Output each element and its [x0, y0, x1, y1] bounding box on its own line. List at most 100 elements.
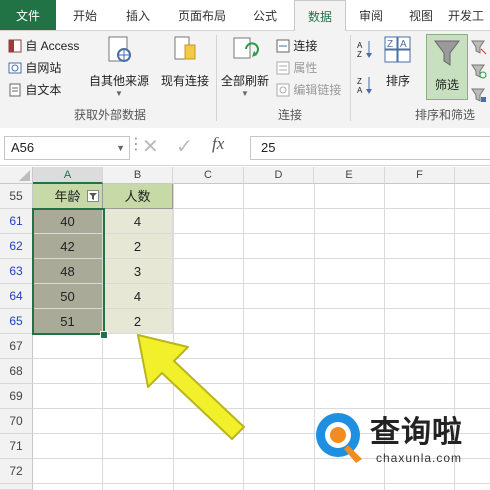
from-text-button[interactable]: 自文本	[8, 81, 61, 98]
chevron-down-icon: ▼	[241, 89, 249, 98]
svg-text:A: A	[400, 39, 407, 50]
row-header[interactable]: 72	[0, 459, 33, 484]
svg-text:A: A	[357, 41, 363, 50]
row-header[interactable]: 71	[0, 434, 33, 459]
properties-icon	[276, 61, 290, 75]
yellow-arrow-annotation	[137, 334, 245, 440]
name-box[interactable]: A56 ▼	[4, 136, 130, 160]
group-divider	[216, 35, 217, 121]
row-header[interactable]: 70	[0, 409, 33, 434]
text-file-icon	[9, 83, 21, 97]
group-divider	[350, 35, 351, 121]
chevron-down-icon: ▼	[115, 89, 123, 98]
reapply-icon	[471, 64, 487, 79]
svg-text:Z: Z	[357, 50, 362, 59]
from-text-label: 自文本	[25, 83, 62, 97]
column-header-b[interactable]: B	[103, 167, 173, 184]
from-access-label: 自 Access	[25, 39, 80, 53]
edit-links-button[interactable]: 编辑链接	[276, 81, 341, 98]
sort-button[interactable]: ZA 排序	[380, 35, 416, 89]
sort-descending-button[interactable]: ZA	[356, 75, 374, 98]
connections-button[interactable]: 连接	[276, 37, 317, 54]
formula-input[interactable]: 25	[250, 136, 490, 160]
from-web-button[interactable]: 自网站	[8, 59, 61, 76]
refresh-icon	[233, 37, 259, 59]
filter-label: 筛选	[434, 78, 459, 92]
tab-insert[interactable]: 插入	[112, 0, 164, 30]
refresh-all-label: 全部刷新	[220, 74, 269, 88]
select-all-corner[interactable]	[0, 167, 33, 184]
row-header[interactable]: 67	[0, 334, 33, 359]
svg-text:A: A	[357, 86, 363, 95]
connections-label: 连接	[293, 39, 318, 53]
reapply-filter-button[interactable]	[471, 63, 487, 82]
advanced-filter-button[interactable]	[471, 87, 487, 106]
existing-connections-label: 现有连接	[160, 74, 209, 88]
connections-icon	[276, 39, 290, 53]
watermark-name: 查询啦	[370, 415, 463, 450]
row-header[interactable]: 61	[0, 209, 33, 234]
tab-data[interactable]: 数据	[294, 0, 346, 32]
watermark-url: chaxunla.com	[376, 451, 463, 465]
column-header-f[interactable]: F	[385, 167, 455, 184]
tab-developer[interactable]: 开发工	[448, 0, 490, 30]
sort-ascending-button[interactable]: AZ	[356, 39, 374, 62]
arrow-icon	[137, 334, 245, 440]
tab-page-layout[interactable]: 页面布局	[168, 0, 236, 30]
watermark-logo: 查询啦 chaxunla.com	[312, 405, 490, 475]
advanced-filter-icon	[471, 88, 486, 102]
tab-home[interactable]: 开始	[60, 0, 110, 30]
other-sources-icon	[108, 36, 131, 62]
properties-button[interactable]: 属性	[276, 59, 317, 76]
insert-function-icon[interactable]: fx	[212, 134, 224, 154]
row-header[interactable]: 64	[0, 284, 33, 309]
select-all-triangle-icon	[19, 170, 30, 181]
get-external-data-group-label: 获取外部数据	[73, 108, 146, 122]
connections-group-label: 连接	[277, 108, 302, 122]
clear-filter-icon	[471, 40, 487, 55]
row-header[interactable]: 55	[0, 184, 33, 209]
row-header[interactable]: 65	[0, 309, 33, 334]
enter-icon[interactable]: ✓	[176, 134, 193, 159]
filter-funnel-icon	[434, 40, 460, 66]
clear-filter-button[interactable]	[471, 39, 487, 58]
web-icon	[8, 62, 22, 74]
row-header[interactable]: 73	[0, 484, 33, 490]
column-header-g[interactable]	[455, 167, 490, 184]
existing-connections-button[interactable]: 现有连接	[158, 35, 212, 89]
refresh-all-button[interactable]: 全部刷新 ▼	[220, 35, 270, 98]
row-header[interactable]: 69	[0, 384, 33, 409]
properties-label: 属性	[293, 61, 318, 75]
column-header-a[interactable]: A	[33, 167, 103, 184]
cancel-icon[interactable]: ✕	[142, 134, 159, 159]
worksheet-grid[interactable]: A B C D E F 55 年龄 人数 61 40 4 62 42 2 63 …	[0, 167, 490, 490]
tab-review[interactable]: 审阅	[348, 0, 394, 30]
column-header-d[interactable]: D	[244, 167, 314, 184]
fill-handle[interactable]	[100, 331, 108, 339]
ribbon: 自 Access 自网站 自文本 自其他来源 ▼ 现有连接 获取外部数据 全部刷…	[0, 31, 490, 129]
tab-formulas[interactable]: 公式	[240, 0, 290, 30]
from-access-button[interactable]: 自 Access	[8, 37, 79, 54]
tab-file[interactable]: 文件	[0, 0, 56, 30]
edit-links-label: 编辑链接	[293, 83, 342, 97]
name-box-value: A56	[11, 140, 35, 155]
edit-links-icon	[276, 83, 290, 97]
sort-dialog-icon: ZA	[384, 36, 411, 63]
column-header-e[interactable]: E	[314, 167, 385, 184]
other-sources-button[interactable]: 自其他来源 ▼	[88, 35, 150, 98]
from-web-label: 自网站	[25, 61, 62, 75]
other-sources-label: 自其他来源	[88, 74, 149, 88]
svg-text:Z: Z	[387, 39, 393, 50]
sort-filter-group-label: 排序和筛选	[414, 108, 475, 122]
magnifier-logo-icon	[316, 413, 362, 463]
formula-value: 25	[261, 140, 276, 155]
row-header[interactable]: 62	[0, 234, 33, 259]
tab-view[interactable]: 视图	[398, 0, 444, 30]
row-header[interactable]: 68	[0, 359, 33, 384]
row-header[interactable]: 63	[0, 259, 33, 284]
column-header-c[interactable]: C	[173, 167, 244, 184]
chevron-down-icon[interactable]: ▼	[116, 137, 125, 159]
filter-button[interactable]: 筛选	[426, 34, 468, 100]
sort-az-icon: AZ	[357, 41, 372, 59]
svg-text:Z: Z	[357, 77, 362, 86]
